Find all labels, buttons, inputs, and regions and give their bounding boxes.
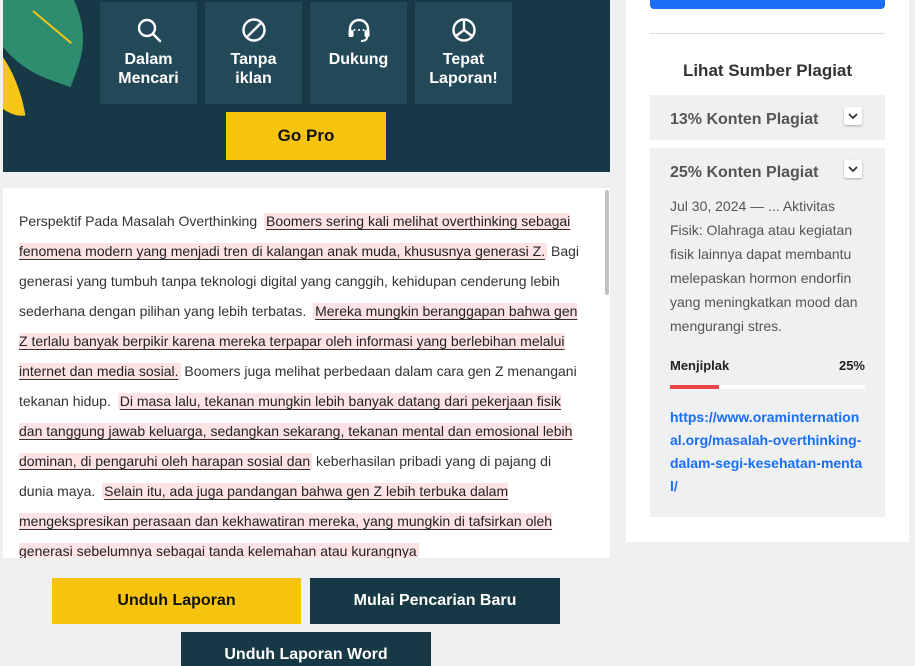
source-card-title: 25% Konten Plagiat xyxy=(670,164,819,181)
source-url-link[interactable]: https://www.oraminternational.org/masala… xyxy=(670,406,865,498)
search-icon xyxy=(137,18,161,43)
no-ads-icon xyxy=(241,18,266,42)
plagiarism-sources-sidebar: Lihat Sumber Plagiat 13% Konten Plagiat … xyxy=(626,0,909,542)
feature-search: Dalam Mencari xyxy=(100,2,197,104)
similarity-label: Menjiplak xyxy=(670,358,730,373)
feature-label: Dalam xyxy=(124,51,173,68)
feature-label: Mencari xyxy=(118,70,179,87)
download-report-button[interactable]: Unduh Laporan xyxy=(52,578,301,624)
source-card-expanded[interactable]: 25% Konten Plagiat Jul 30, 2024 — ... Ak… xyxy=(650,148,885,517)
text-segment: Perspektif Pada Masalah Overthinking xyxy=(19,213,262,229)
similarity-value: 25% xyxy=(838,358,865,373)
feature-label: iklan xyxy=(235,70,272,87)
promo-banner: Dalam Mencari Tanpa iklan Dukung Tepat L… xyxy=(3,0,610,172)
feature-label: Laporan! xyxy=(429,70,498,87)
report-text: Perspektif Pada Masalah Overthinking Boo… xyxy=(3,188,610,558)
feature-no-ads: Tanpa iklan xyxy=(205,2,302,104)
primary-action-button[interactable] xyxy=(650,0,885,9)
similarity-progress-bar xyxy=(670,385,865,389)
new-search-button[interactable]: Mulai Pencarian Baru xyxy=(310,578,560,624)
pie-chart-icon xyxy=(451,18,476,42)
chevron-down-icon[interactable] xyxy=(844,107,862,125)
divider xyxy=(650,33,885,34)
source-card-collapsed[interactable]: 13% Konten Plagiat xyxy=(650,95,885,140)
go-pro-button[interactable]: Go Pro xyxy=(226,112,386,160)
feature-label: Tepat xyxy=(442,51,485,68)
source-snippet: Jul 30, 2024 — ... Aktivitas Fisik: Olah… xyxy=(670,198,858,334)
feature-support: Dukung xyxy=(310,2,407,104)
headset-icon xyxy=(348,18,369,42)
download-word-report-button[interactable]: Unduh Laporan Word xyxy=(181,632,431,666)
decorative-leaf xyxy=(3,0,109,88)
source-card-title: 13% Konten Plagiat xyxy=(670,111,819,128)
sidebar-title: Lihat Sumber Plagiat xyxy=(682,61,853,80)
similarity-progress-fill xyxy=(670,385,719,389)
chevron-down-icon[interactable] xyxy=(844,160,862,178)
feature-report: Tepat Laporan! xyxy=(415,2,512,104)
similarity-meta: Menjiplak 25% xyxy=(670,358,865,373)
scrollbar-thumb[interactable] xyxy=(605,190,609,295)
feature-label: Tanpa xyxy=(230,51,277,68)
feature-label: Dukung xyxy=(328,51,389,68)
report-text-panel[interactable]: Perspektif Pada Masalah Overthinking Boo… xyxy=(3,188,610,558)
